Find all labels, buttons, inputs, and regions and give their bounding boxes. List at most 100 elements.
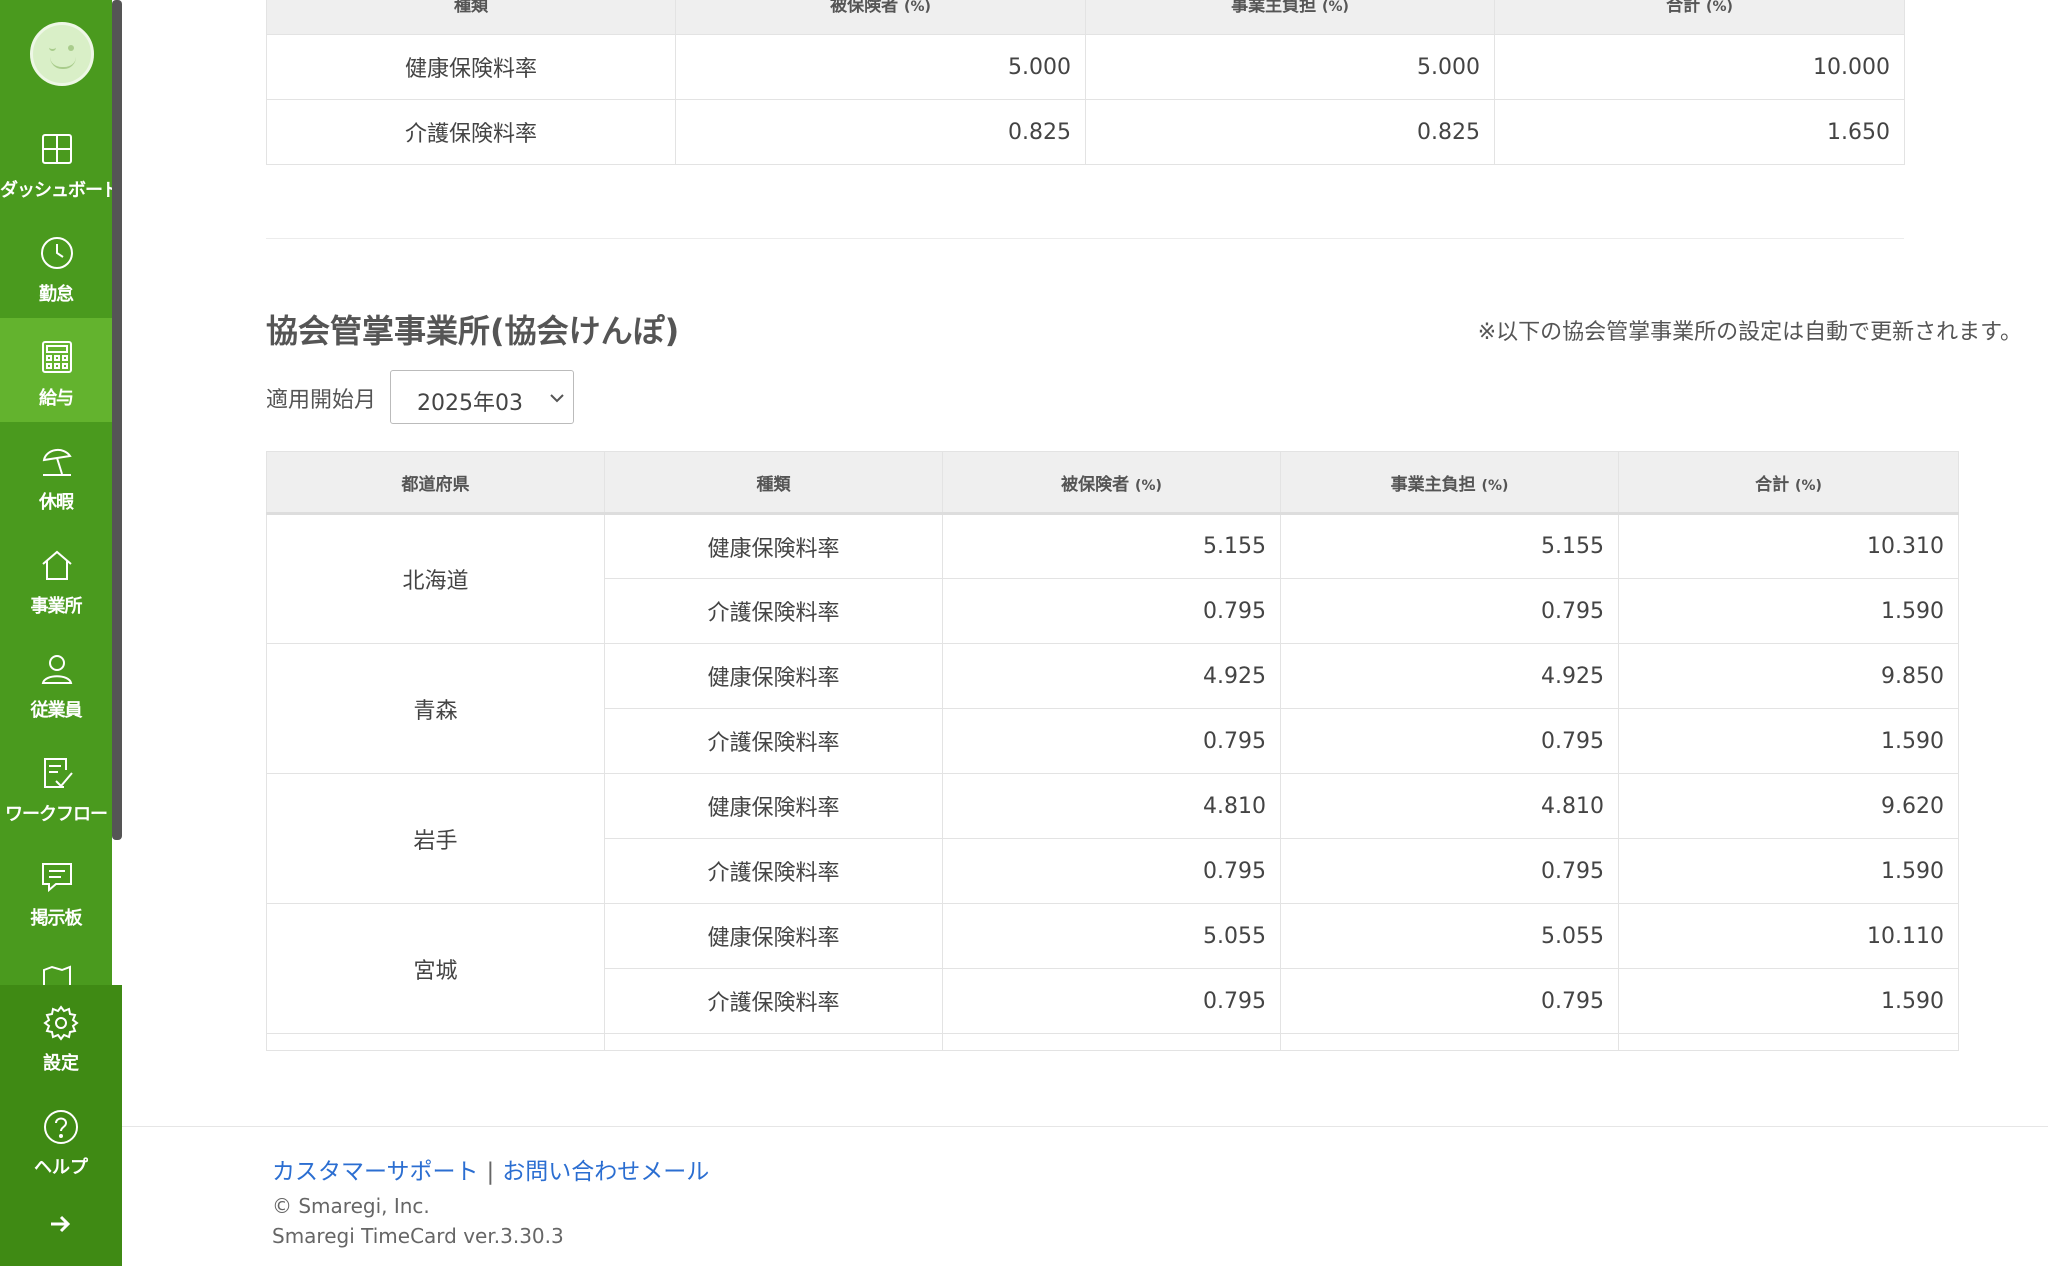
expand-sidebar-arrow-icon[interactable] — [48, 1212, 72, 1236]
sidebar-item-dashboard[interactable]: ダッシュボード — [0, 110, 112, 214]
total-rate: 10.110 — [1618, 903, 1959, 969]
table-row-partial — [266, 1033, 1959, 1051]
sidebar-item-office[interactable]: 事業所 — [0, 526, 112, 630]
rate-type: 介護保険料率 — [266, 99, 676, 165]
auto-update-note: ※以下の協会管掌事業所の設定は自動で更新されます。 — [1477, 320, 2022, 345]
help-icon — [44, 1110, 78, 1144]
person-icon — [41, 655, 73, 684]
sidebar-item-label: 事業所 — [30, 596, 83, 617]
column-header-insured: 被保険者 (%) — [942, 451, 1281, 515]
clock-icon — [41, 237, 73, 269]
sidebar-item-workflow[interactable]: ワークフロー — [0, 734, 112, 838]
total-rate: 1.590 — [1618, 708, 1959, 774]
table-row: 宮城 健康保険料率 5.055 5.055 10.110 — [266, 903, 1959, 1034]
insured-rate: 5.155 — [942, 513, 1281, 579]
total-rate: 9.850 — [1618, 643, 1959, 709]
table-header-row: 都道府県 種類 被保険者 (%) 事業主負担 (%) 合計 (%) — [266, 451, 1959, 515]
rate-type: 健康保険料率 — [604, 903, 943, 969]
total-rate: 1.590 — [1618, 578, 1959, 644]
rate-type: 介護保険料率 — [604, 968, 943, 1034]
rate-type: 健康保険料率 — [604, 643, 943, 709]
sidebar-scrollbar[interactable] — [112, 0, 122, 840]
avatar[interactable] — [30, 22, 94, 86]
employer-rate: 4.925 — [1280, 643, 1619, 709]
sidebar-item-label: ワークフロー — [5, 804, 108, 825]
sidebar-item-label: 設定 — [43, 1053, 79, 1074]
column-header-employer: 事業主負担 (%) — [1085, 0, 1495, 35]
copyright: © Smaregi, Inc. — [272, 1194, 430, 1218]
checklist-icon — [44, 758, 73, 788]
total-rate: 10.000 — [1494, 34, 1905, 100]
start-month-label: 適用開始月 — [266, 388, 377, 413]
rate-type: 健康保険料率 — [604, 773, 943, 839]
prefecture-name: 岩手 — [266, 773, 605, 904]
prefecture-name: 北海道 — [266, 513, 605, 644]
total-rate: 1.590 — [1618, 968, 1959, 1034]
calculator-icon — [42, 341, 72, 373]
insured-rate: 0.795 — [942, 578, 1281, 644]
table-header-row: 種類 被保険者 (%) 事業主負担 (%) 合計 (%) — [266, 0, 1905, 35]
start-month-select[interactable]: 2025年03 — [390, 370, 574, 424]
sidebar-item-employees[interactable]: 従業員 — [0, 630, 112, 734]
beach-umbrella-icon — [42, 448, 72, 476]
gear-icon — [43, 1005, 79, 1041]
employer-rate: 5.155 — [1280, 513, 1619, 579]
sidebar-item-leave[interactable]: 休暇 — [0, 422, 112, 526]
rate-type: 健康保険料率 — [604, 513, 943, 579]
chat-icon — [42, 863, 72, 893]
insured-rate: 4.810 — [942, 773, 1281, 839]
column-header-type: 種類 — [604, 451, 943, 515]
contact-mail-link[interactable]: お問い合わせメール — [502, 1159, 709, 1185]
total-rate: 1.650 — [1494, 99, 1905, 165]
prefecture-name: 宮城 — [266, 903, 605, 1034]
home-icon — [42, 550, 72, 580]
employer-rate: 0.795 — [1280, 838, 1619, 904]
sidebar-item-label: ヘルプ — [34, 1157, 88, 1178]
insured-rate: 0.795 — [942, 708, 1281, 774]
sidebar-item-label: 従業員 — [30, 700, 83, 721]
start-month-value: 2025年03 — [417, 391, 523, 416]
sidebar-item-label: 勤怠 — [39, 284, 74, 305]
sidebar-item-help[interactable]: ヘルプ — [0, 1089, 122, 1193]
app-version: Smaregi TimeCard ver.3.30.3 — [272, 1224, 564, 1248]
employer-rate: 0.795 — [1280, 708, 1619, 774]
total-rate: 1.590 — [1618, 838, 1959, 904]
prefecture-rate-table: 都道府県 種類 被保険者 (%) 事業主負担 (%) 合計 (%) 北海道 健康… — [266, 451, 1959, 1051]
employer-rate: 4.810 — [1280, 773, 1619, 839]
insured-rate: 5.055 — [942, 903, 1281, 969]
employer-rate: 0.825 — [1085, 99, 1495, 165]
custom-rate-table: 種類 被保険者 (%) 事業主負担 (%) 合計 (%) 健康保険料率 5.00… — [266, 0, 1905, 165]
column-header-type: 種類 — [266, 0, 676, 35]
table-row: 健康保険料率 5.000 5.000 10.000 — [266, 34, 1905, 100]
sidebar-item-label: 掲示板 — [30, 908, 83, 929]
sidebar-item-more[interactable] — [0, 942, 112, 985]
total-rate: 9.620 — [1618, 773, 1959, 839]
insured-rate: 4.925 — [942, 643, 1281, 709]
sidebar-item-attendance[interactable]: 勤怠 — [0, 214, 112, 318]
rate-type: 健康保険料率 — [266, 34, 676, 100]
chevron-down-icon — [550, 394, 564, 403]
table-row: 岩手 健康保険料率 4.810 4.810 9.620 — [266, 773, 1959, 904]
employer-rate: 0.795 — [1280, 578, 1619, 644]
rate-type: 介護保険料率 — [604, 838, 943, 904]
rate-type: 介護保険料率 — [604, 708, 943, 774]
column-header-employer: 事業主負担 (%) — [1280, 451, 1619, 515]
sidebar-item-bulletin[interactable]: 掲示板 — [0, 838, 112, 942]
sidebar-item-label: 給与 — [39, 388, 74, 409]
column-header-prefecture: 都道府県 — [266, 451, 605, 515]
footer-links: カスタマーサポート | お問い合わせメール — [272, 1152, 709, 1186]
insured-rate: 0.795 — [942, 838, 1281, 904]
customer-support-link[interactable]: カスタマーサポート — [272, 1159, 479, 1185]
column-header-total: 合計 (%) — [1494, 0, 1905, 35]
main-content: 種類 被保険者 (%) 事業主負担 (%) 合計 (%) 健康保険料率 5.00… — [122, 0, 2048, 1266]
prefecture-name: 青森 — [266, 643, 605, 774]
insured-rate: 0.795 — [942, 968, 1281, 1034]
column-header-total: 合計 (%) — [1618, 451, 1959, 515]
column-header-insured: 被保険者 (%) — [675, 0, 1086, 35]
dashboard-icon — [42, 134, 72, 164]
sidebar-item-payroll[interactable]: 給与 — [0, 318, 112, 422]
sidebar-item-settings[interactable]: 設定 — [0, 985, 122, 1089]
rate-type: 介護保険料率 — [604, 578, 943, 644]
sidebar-item-label: 休暇 — [39, 492, 74, 513]
section-title: 協会管掌事業所(協会けんぽ) — [266, 312, 680, 350]
